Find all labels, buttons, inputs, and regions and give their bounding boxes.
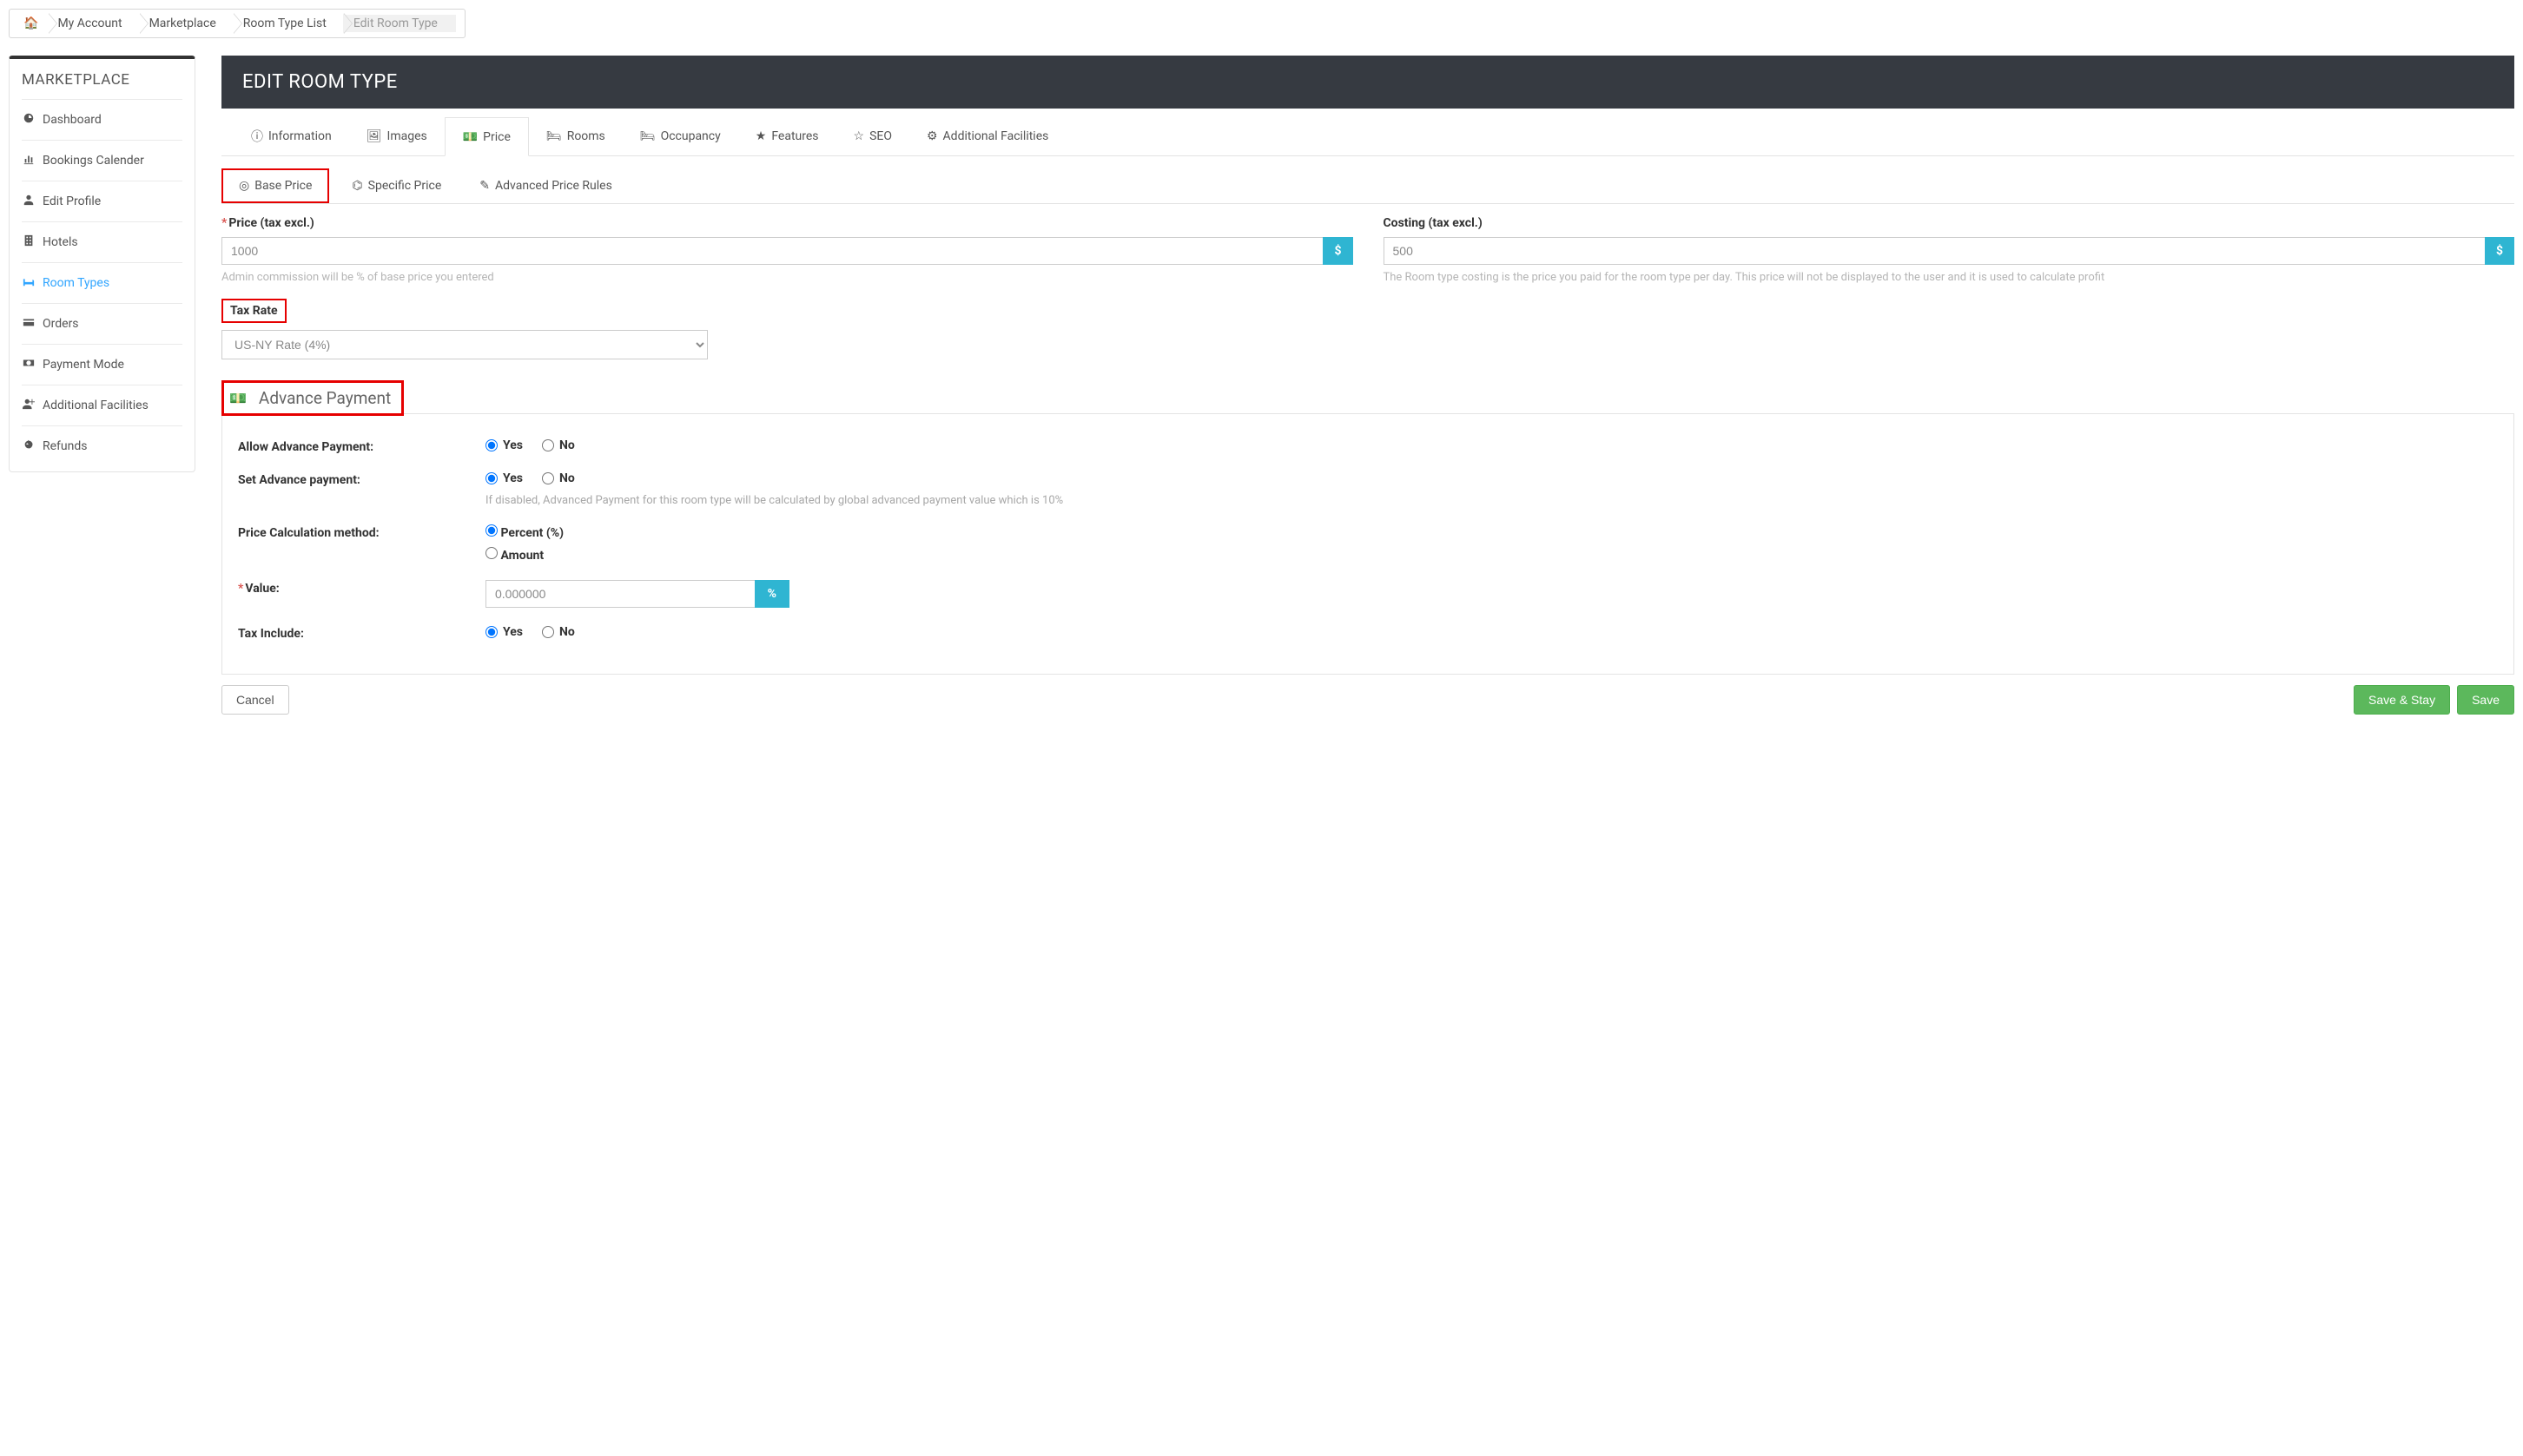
tax-rate-label: Tax Rate (230, 304, 278, 318)
calc-percent[interactable]: Percent (%) (485, 524, 2498, 540)
price-input[interactable] (221, 237, 1323, 265)
sidebar-item-payment-mode[interactable]: Payment Mode (22, 344, 182, 385)
advance-payment-title: Advance Payment (259, 388, 391, 408)
sidebar-item-label: Additional Facilities (43, 399, 149, 412)
image-icon: 🖼 (367, 129, 382, 143)
price-field-group: *Price (tax excl.) $ Admin commission wi… (221, 216, 1353, 287)
allow-advance-yes[interactable]: Yes (485, 438, 523, 452)
subtab-base-price[interactable]: ◎Base Price (221, 168, 329, 203)
page-title: EDIT ROOM TYPE (221, 56, 2514, 109)
tab-images[interactable]: 🖼Images (349, 117, 445, 155)
costing-hint: The Room type costing is the price you p… (1384, 270, 2515, 287)
gear-icon: ⚙ (927, 129, 938, 143)
sidebar-item-room-types[interactable]: Room Types (22, 262, 182, 303)
set-advance-yes[interactable]: Yes (485, 471, 523, 485)
sidebar-item-label: Bookings Calender (43, 154, 144, 168)
target-icon: ◎ (239, 179, 249, 193)
advance-payment-panel: Allow Advance Payment: Yes No Set Advanc… (221, 413, 2514, 675)
value-label: Value: (245, 582, 279, 596)
currency-addon: $ (2485, 237, 2514, 265)
tab-seo[interactable]: ☆SEO (836, 117, 909, 155)
home-icon: 🏠 (23, 16, 38, 30)
calc-amount[interactable]: Amount (485, 547, 2498, 563)
tab-information[interactable]: ⓘInformation (234, 117, 349, 155)
tab-price[interactable]: 💵Price (445, 117, 529, 156)
bed-icon: 🛏 (546, 129, 562, 143)
building-icon (22, 234, 36, 250)
sidebar-item-label: Payment Mode (43, 358, 124, 372)
save-stay-button[interactable]: Save & Stay (2354, 685, 2450, 715)
sidebar-item-label: Room Types (43, 276, 109, 290)
sidebar-item-refunds[interactable]: Refunds (22, 425, 182, 466)
breadcrumb-marketplace[interactable]: Marketplace (141, 15, 234, 32)
star-outline-icon: ☆ (854, 129, 865, 143)
money-icon (22, 357, 36, 372)
sidebar-item-dashboard[interactable]: Dashboard (22, 99, 182, 140)
wand-icon: ✎ (479, 179, 490, 193)
price-hint: Admin commission will be % of base price… (221, 270, 1353, 287)
costing-label: Costing (tax excl.) (1384, 216, 1483, 230)
sidebar-item-hotels[interactable]: Hotels (22, 221, 182, 262)
calc-method-label: Price Calculation method: (238, 524, 485, 540)
user-plus-icon (22, 398, 36, 413)
required-marker: * (221, 216, 227, 230)
bed-icon (22, 275, 36, 291)
star-icon: ★ (756, 129, 767, 143)
set-advance-hint: If disabled, Advanced Payment for this r… (485, 494, 2498, 507)
sidebar-title: MARKETPLACE (22, 71, 182, 99)
money-icon: 💵 (463, 130, 478, 144)
allow-advance-label: Allow Advance Payment: (238, 438, 485, 454)
allow-advance-no[interactable]: No (542, 438, 575, 452)
tabs: ⓘInformation 🖼Images 💵Price 🛏Rooms 🛏Occu… (221, 117, 2514, 156)
breadcrumb-room-type-list[interactable]: Room Type List (234, 15, 345, 32)
save-button[interactable]: Save (2457, 685, 2514, 715)
tab-rooms[interactable]: 🛏Rooms (529, 117, 623, 155)
user-icon (22, 194, 36, 209)
price-label: Price (tax excl.) (228, 216, 314, 230)
sidebar-item-label: Edit Profile (43, 194, 101, 208)
tax-include-no[interactable]: No (542, 625, 575, 639)
main-content: EDIT ROOM TYPE ⓘInformation 🖼Images 💵Pri… (221, 56, 2514, 715)
info-icon: ⓘ (251, 128, 263, 145)
subtabs: ◎Base Price ⌬Specific Price ✎Advanced Pr… (221, 160, 2514, 204)
card-icon (22, 316, 36, 332)
subtab-advanced-price-rules[interactable]: ✎Advanced Price Rules (464, 168, 628, 203)
money-icon: 💵 (229, 390, 247, 406)
sidebar: MARKETPLACE Dashboard Bookings Calender … (9, 56, 195, 472)
breadcrumb-my-account[interactable]: My Account (49, 15, 140, 32)
chart-icon (22, 153, 36, 168)
tab-features[interactable]: ★Features (738, 117, 836, 155)
breadcrumb: 🏠 My Account Marketplace Room Type List … (9, 9, 466, 38)
tab-occupancy[interactable]: 🛏Occupancy (623, 117, 738, 155)
costing-field-group: Costing (tax excl.) $ The Room type cost… (1384, 216, 2515, 287)
sidebar-item-label: Refunds (43, 439, 88, 453)
dashboard-icon (22, 112, 36, 128)
value-input[interactable] (485, 580, 755, 608)
value-unit-addon: % (755, 580, 789, 608)
bed-icon: 🛏 (640, 129, 656, 143)
sidebar-item-label: Orders (43, 317, 79, 331)
tags-icon: ⌬ (352, 179, 362, 193)
sidebar-item-bookings[interactable]: Bookings Calender (22, 140, 182, 181)
subtab-specific-price[interactable]: ⌬Specific Price (336, 168, 457, 203)
sidebar-item-label: Dashboard (43, 113, 102, 127)
undo-icon (22, 438, 36, 454)
sidebar-item-edit-profile[interactable]: Edit Profile (22, 181, 182, 221)
tax-include-yes[interactable]: Yes (485, 625, 523, 639)
set-advance-no[interactable]: No (542, 471, 575, 485)
sidebar-item-orders[interactable]: Orders (22, 303, 182, 344)
required-marker: * (238, 582, 243, 596)
tax-include-label: Tax Include: (238, 625, 485, 641)
breadcrumb-home[interactable]: 🏠 (18, 15, 49, 32)
tax-rate-select[interactable]: US-NY Rate (4%) (221, 330, 708, 359)
breadcrumb-current: Edit Room Type (345, 15, 456, 32)
tab-additional-facilities[interactable]: ⚙Additional Facilities (909, 117, 1066, 155)
sidebar-item-label: Hotels (43, 235, 78, 249)
set-advance-label: Set Advance payment: (238, 471, 485, 487)
currency-addon: $ (1323, 237, 1352, 265)
cancel-button[interactable]: Cancel (221, 685, 289, 715)
costing-input[interactable] (1384, 237, 2485, 265)
sidebar-item-additional-facilities[interactable]: Additional Facilities (22, 385, 182, 425)
